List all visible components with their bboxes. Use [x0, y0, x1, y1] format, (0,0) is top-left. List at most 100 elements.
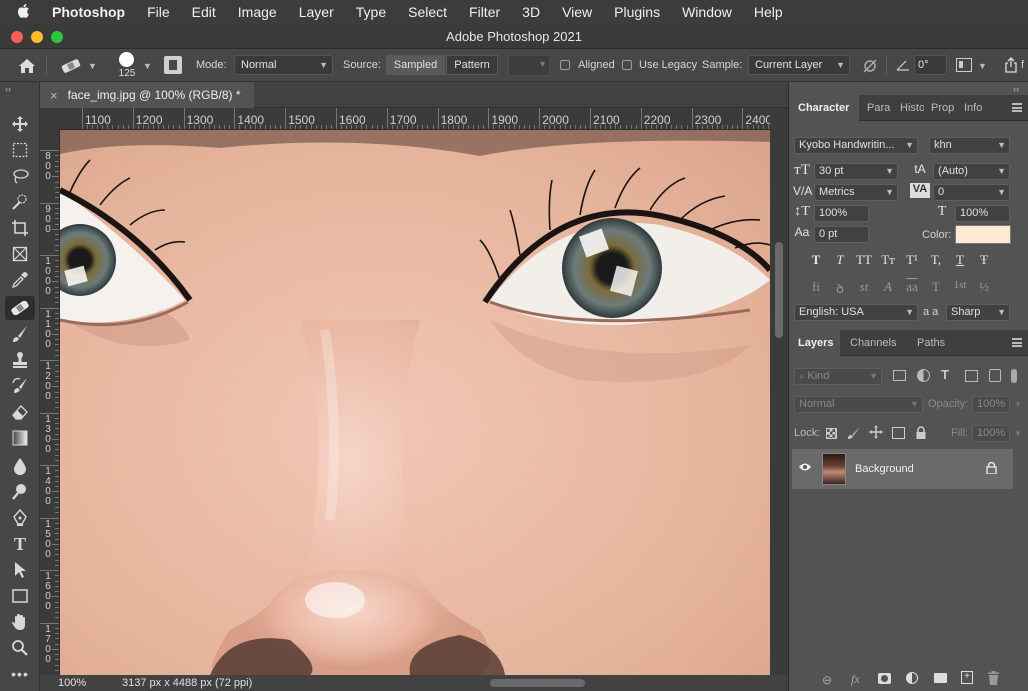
zoom-level[interactable]: 100% — [58, 677, 86, 689]
tool-preset-picker[interactable]: ▼ — [60, 49, 97, 82]
old-style-button[interactable]: ꝺ — [831, 279, 849, 297]
fill-input[interactable]: 100% — [972, 425, 1010, 442]
collapse-toolbar-icon[interactable]: ›› — [5, 84, 11, 94]
horizontal-scale-input[interactable]: 100% — [955, 205, 1010, 222]
angle-input[interactable]: 0° — [914, 55, 947, 75]
layer-filter-select[interactable]: ⌕ Kind ▼ — [794, 368, 882, 385]
close-window-button[interactable] — [11, 31, 23, 43]
sampled-button[interactable]: Sampled — [386, 55, 445, 75]
panel-menu-icon[interactable] — [1012, 338, 1022, 347]
tab-paragraph[interactable]: Para — [867, 95, 897, 121]
chevron-down-icon[interactable]: ▼ — [1014, 400, 1022, 409]
horizontal-scrollbar[interactable] — [290, 677, 790, 689]
layer-row[interactable]: Background — [792, 449, 1013, 489]
horizontal-ruler[interactable]: 1100 1200 1300 1400 1500 1600 1700 1800 1900 2000… — [60, 108, 770, 130]
panel-menu-icon[interactable] — [1012, 103, 1022, 112]
frame-tool-icon[interactable] — [5, 242, 35, 266]
delete-layer-icon[interactable] — [988, 671, 999, 685]
brush-tool-icon[interactable] — [5, 322, 35, 346]
hand-tool-icon[interactable] — [5, 610, 35, 634]
tab-layers[interactable]: Layers — [789, 330, 840, 356]
kerning-select[interactable]: Metrics ▼ — [814, 184, 898, 201]
lock-transparent-pixels-icon[interactable] — [826, 428, 837, 439]
language-select[interactable]: English: USA ▼ — [794, 304, 918, 321]
scrollbar-thumb[interactable] — [775, 242, 783, 338]
menu-layer[interactable]: Layer — [288, 4, 345, 20]
stylistic-alternates-button[interactable]: aa — [903, 279, 921, 295]
move-tool-icon[interactable] — [5, 112, 35, 136]
sample-select[interactable]: Current Layer ▼ — [748, 55, 850, 75]
faux-italic-button[interactable]: T — [831, 252, 849, 268]
ignore-adjustment-layers-icon[interactable] — [862, 58, 878, 74]
font-size-input[interactable]: 30 pt ▼ — [814, 163, 898, 180]
menu-type[interactable]: Type — [345, 4, 397, 20]
fractions-button[interactable]: ½ — [975, 279, 993, 295]
blur-tool-icon[interactable] — [5, 454, 35, 478]
leading-input[interactable]: (Auto) ▼ — [933, 163, 1010, 180]
pattern-button[interactable]: Pattern — [446, 55, 498, 75]
layer-lock-icon[interactable] — [986, 461, 997, 475]
menu-filter[interactable]: Filter — [458, 4, 511, 20]
discretionary-ligatures-button[interactable]: st — [855, 279, 873, 295]
pattern-picker[interactable]: ▼ — [508, 55, 550, 76]
menu-edit[interactable]: Edit — [181, 4, 227, 20]
small-caps-button[interactable]: Tт — [879, 252, 897, 268]
clone-stamp-tool-icon[interactable] — [5, 348, 35, 372]
close-tab-icon[interactable]: × — [50, 88, 58, 103]
ruler-origin[interactable] — [40, 108, 60, 130]
quick-selection-tool-icon[interactable] — [5, 190, 35, 214]
gradient-tool-icon[interactable] — [5, 426, 35, 450]
shape-layer-filter-icon[interactable] — [965, 370, 978, 382]
new-adjustment-layer-icon[interactable] — [906, 672, 918, 684]
opacity-input[interactable]: 100% — [972, 396, 1010, 413]
chevron-down-icon[interactable]: ▼ — [978, 61, 987, 71]
new-layer-icon[interactable]: + — [961, 671, 973, 684]
document-tab[interactable]: × face_img.jpg @ 100% (RGB/8) * — [40, 82, 254, 108]
strikethrough-button[interactable]: Ŧ — [975, 252, 993, 268]
tracking-input[interactable]: 0 ▼ — [933, 184, 1010, 201]
mode-select[interactable]: Normal ▼ — [234, 55, 333, 75]
underline-button[interactable]: T — [951, 252, 969, 268]
tab-properties[interactable]: Prop — [931, 95, 959, 121]
type-tool-icon[interactable]: T — [5, 532, 35, 556]
superscript-button[interactable]: T¹ — [903, 252, 921, 268]
font-style-select[interactable]: khn ▼ — [929, 137, 1010, 154]
more-tools-icon[interactable]: ••• — [5, 662, 35, 686]
adjustment-layer-filter-icon[interactable] — [917, 369, 930, 382]
baseline-shift-input[interactable]: 0 pt — [814, 226, 869, 243]
menu-image[interactable]: Image — [227, 4, 288, 20]
rectangle-tool-icon[interactable] — [5, 584, 35, 608]
faux-bold-button[interactable]: T — [807, 252, 825, 268]
menu-plugins[interactable]: Plugins — [603, 4, 671, 20]
menu-3d[interactable]: 3D — [511, 4, 551, 20]
use-legacy-checkbox[interactable] — [622, 60, 632, 70]
aligned-checkbox[interactable] — [560, 60, 570, 70]
lock-all-icon[interactable] — [915, 426, 927, 439]
titling-alternates-button[interactable]: T — [927, 279, 945, 295]
anti-alias-select[interactable]: Sharp ▼ — [946, 304, 1010, 321]
menu-window[interactable]: Window — [671, 4, 743, 20]
link-layers-icon[interactable]: ⊖ — [822, 673, 832, 687]
eyedropper-tool-icon[interactable] — [5, 268, 35, 292]
tab-character[interactable]: Character — [789, 95, 859, 121]
app-menu[interactable]: Photoshop — [41, 4, 136, 20]
path-selection-tool-icon[interactable] — [5, 558, 35, 582]
filter-toggle[interactable] — [1011, 369, 1017, 383]
all-caps-button[interactable]: TT — [855, 252, 873, 268]
new-group-icon[interactable] — [934, 673, 947, 683]
menu-help[interactable]: Help — [743, 4, 794, 20]
blend-mode-select[interactable]: Normal ▼ — [794, 396, 923, 413]
chevron-down-icon[interactable]: ▼ — [143, 61, 152, 71]
subscript-button[interactable]: T, — [927, 252, 945, 268]
clone-source-panel-icon[interactable] — [164, 56, 182, 74]
pixel-layer-filter-icon[interactable] — [893, 370, 906, 381]
pen-tool-icon[interactable] — [5, 506, 35, 530]
font-family-select[interactable]: Kyobo Handwritin... ▼ — [794, 137, 918, 154]
lock-position-icon[interactable] — [869, 425, 883, 439]
zoom-window-button[interactable] — [51, 31, 63, 43]
share-icon[interactable] — [1004, 57, 1018, 73]
tab-channels[interactable]: Channels — [850, 330, 910, 356]
type-layer-filter-icon[interactable]: T — [941, 367, 949, 382]
history-brush-tool-icon[interactable] — [5, 374, 35, 398]
crop-tool-icon[interactable] — [5, 216, 35, 240]
